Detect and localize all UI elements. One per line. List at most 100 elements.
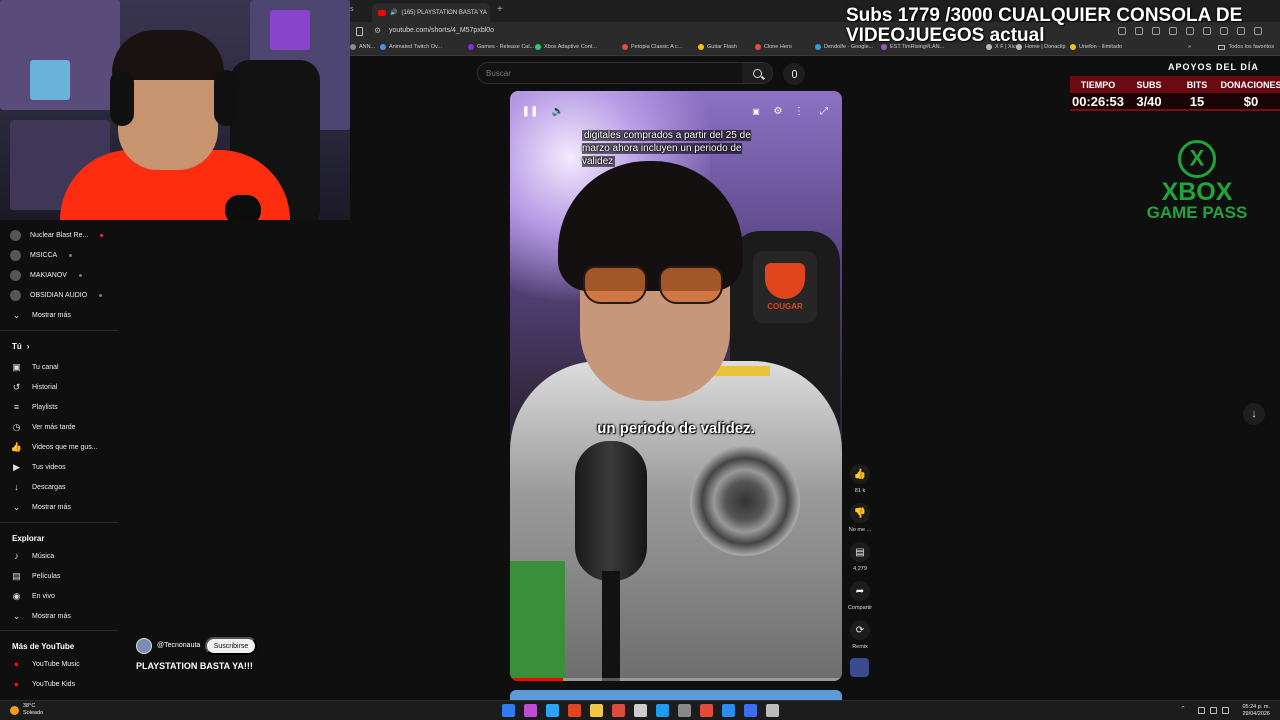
wifi-icon[interactable] — [1198, 707, 1205, 714]
webcam-microphone — [225, 195, 261, 220]
sidebar-item-label: Videos que me gus... — [32, 443, 98, 451]
bookmark-icon[interactable] — [356, 27, 363, 36]
sidebar-divider — [0, 522, 118, 523]
channel-avatar-thumbnail[interactable] — [850, 658, 869, 677]
taskbar-app-icon[interactable] — [546, 704, 559, 717]
sidebar-subscription[interactable]: Nuclear Blast Re... — [10, 228, 104, 242]
share-button[interactable]: ➦ Compartir — [848, 581, 872, 611]
sidebar-show-more[interactable]: ⌄ Mostrar más — [10, 308, 71, 322]
taskbar-app-icon[interactable] — [590, 704, 603, 717]
taskbar-app-icon[interactable] — [678, 704, 691, 717]
bookmark-item[interactable]: Games - Release Cal... — [468, 44, 534, 50]
sidebar-subscription[interactable]: MAKIANOV — [10, 268, 82, 282]
taskbar-app-icon[interactable] — [568, 704, 581, 717]
sidebar-item-film[interactable]: ▤ Películas — [10, 569, 60, 583]
support-header: SUBS — [1136, 79, 1162, 90]
pause-icon[interactable]: ❚❚ — [522, 103, 539, 119]
sidebar-show-more[interactable]: ⌄ Mostrar más — [10, 500, 71, 514]
taskbar-app-icon[interactable] — [656, 704, 669, 717]
you-heading[interactable]: Tú › — [12, 342, 29, 351]
bookmark-item[interactable]: ANN... — [350, 44, 375, 50]
comments-button[interactable]: ▤ 4,279 — [849, 542, 871, 572]
taskbar-app-icon[interactable] — [612, 704, 625, 717]
channel-name[interactable]: @Tecnonauta — [157, 642, 200, 649]
sidebar-item-youtube-music[interactable]: ● YouTube Music — [10, 657, 80, 671]
taskbar-app-icon[interactable] — [700, 704, 713, 717]
sidebar-item-music-note[interactable]: ♪ Música — [10, 549, 54, 563]
sidebar-item-youtube-kids[interactable]: ● YouTube Kids — [10, 677, 75, 691]
active-tab[interactable]: 🔊 (165) PLAYSTATION BASTA YA × — [372, 3, 490, 22]
dislike-button[interactable]: 👎 No me ... — [849, 503, 871, 533]
sidebar-item-download[interactable]: ↓ Descargas — [10, 480, 65, 494]
taskbar-app-icon[interactable] — [766, 704, 779, 717]
previous-tab-edge[interactable]: s — [350, 6, 354, 13]
taskbar-app-icon[interactable] — [524, 704, 537, 717]
sidebar-subscription[interactable]: MSICCA — [10, 248, 73, 262]
voice-search-button[interactable] — [783, 63, 805, 85]
sidebar-item-clock[interactable]: ◷ Ver más tarde — [10, 420, 76, 434]
sidebar-subscription[interactable]: OBSIDIAN AUDIO — [10, 288, 103, 302]
clock[interactable]: 05:24 p. m. 29/04/2026 — [1242, 704, 1270, 718]
remix-label: Remix — [852, 644, 868, 650]
subscribe-button[interactable]: Suscribirse — [205, 637, 257, 655]
weather-widget[interactable]: 38°C Soleado — [10, 703, 43, 717]
video-title[interactable]: PLAYSTATION BASTA YA!!! — [136, 661, 253, 671]
search-box[interactable]: Buscar — [477, 62, 773, 84]
taskbar-app-icon[interactable] — [634, 704, 647, 717]
site-info-icon[interactable]: ⚙ — [374, 26, 381, 35]
share-label: Compartir — [847, 605, 873, 611]
short-video-player[interactable]: COUGAR digitales comprados a partir del … — [510, 91, 842, 681]
battery-icon[interactable] — [1222, 707, 1229, 714]
more-icon[interactable] — [1254, 27, 1262, 35]
url-field[interactable]: youtube.com/shorts/4_M57pxbl0o — [389, 27, 494, 34]
more-options-icon[interactable]: ⋮ — [791, 103, 807, 119]
bookmark-item[interactable]: Clone Hero — [755, 44, 792, 50]
captions-icon[interactable]: ▣ — [748, 103, 764, 119]
sidebar-show-more[interactable]: ⌄ Mostrar más — [10, 609, 71, 623]
bookmark-item[interactable]: Xbox Adaptive Cont... — [535, 44, 597, 50]
cougar-badge-icon — [765, 263, 805, 299]
sidebar-item-video-square[interactable]: ▶ Tus videos — [10, 460, 66, 474]
volume-icon[interactable]: 🔊 — [550, 103, 566, 119]
sidebar-item-label: Descargas — [32, 483, 66, 491]
bookmark-item[interactable]: Guitar Flash — [698, 44, 737, 50]
taskbar-app-icon[interactable] — [744, 704, 757, 717]
bookmark-label: Petopia Classic A c... — [631, 44, 683, 50]
chevron-down-icon: ⌄ — [12, 610, 21, 621]
channel-avatar[interactable] — [136, 638, 152, 654]
next-video-button[interactable]: ↓ — [1243, 403, 1265, 425]
like-button[interactable]: 👍 81 k — [849, 464, 871, 494]
settings-icon[interactable]: ⚙ — [770, 103, 786, 119]
sidebar-item-user-square[interactable]: ▣ Tu canal — [10, 360, 58, 374]
sidebar-item-thumb-up[interactable]: 👍 Videos que me gus... — [10, 440, 98, 454]
fullscreen-icon[interactable]: ⤢ — [816, 103, 832, 119]
taskbar-app-icon[interactable] — [502, 704, 515, 717]
tray-chevron-icon[interactable]: ⌃ — [1180, 705, 1187, 713]
video-microphone — [575, 441, 647, 581]
cougar-chair-logo: COUGAR — [753, 251, 817, 323]
bookmark-item[interactable]: Animated Twitch Ov... — [380, 44, 442, 50]
chevron-down-icon: ⌄ — [12, 501, 21, 512]
video-square-icon: ▶ — [13, 461, 20, 472]
bookmark-item[interactable]: Petopia Classic A c... — [622, 44, 682, 50]
bookmark-label: Clone Hero — [764, 44, 792, 50]
playlist-icon: ≡ — [13, 402, 20, 412]
video-progress-bar[interactable] — [510, 678, 842, 681]
search-button[interactable] — [742, 63, 772, 83]
sidebar-item-history[interactable]: ↺ Historial — [10, 380, 58, 394]
video-subtitle: un periodo de validez. — [597, 420, 755, 437]
sidebar-item-live-broadcast[interactable]: ◉ En vivo — [10, 589, 55, 603]
search-input[interactable]: Buscar — [486, 69, 511, 78]
next-short-preview[interactable] — [510, 690, 842, 700]
subs-goal-line1: Subs 1779 /3000 CUALQUIER CONSOLA DE — [846, 5, 1243, 26]
tab-title: (165) PLAYSTATION BASTA YA — [401, 9, 487, 16]
headphones-right — [214, 70, 238, 126]
new-content-dot-icon — [99, 293, 103, 297]
remix-button[interactable]: ⟳ Remix — [849, 620, 871, 650]
sidebar-item-label: YouTube Kids — [32, 680, 76, 688]
sidebar-item-playlist[interactable]: ≡ Playlists — [10, 400, 58, 414]
volume-tray-icon[interactable] — [1210, 707, 1217, 714]
taskbar-app-icon[interactable] — [722, 704, 735, 717]
support-bits-value: 15 — [1189, 93, 1205, 109]
new-tab-button[interactable]: + — [497, 4, 503, 15]
